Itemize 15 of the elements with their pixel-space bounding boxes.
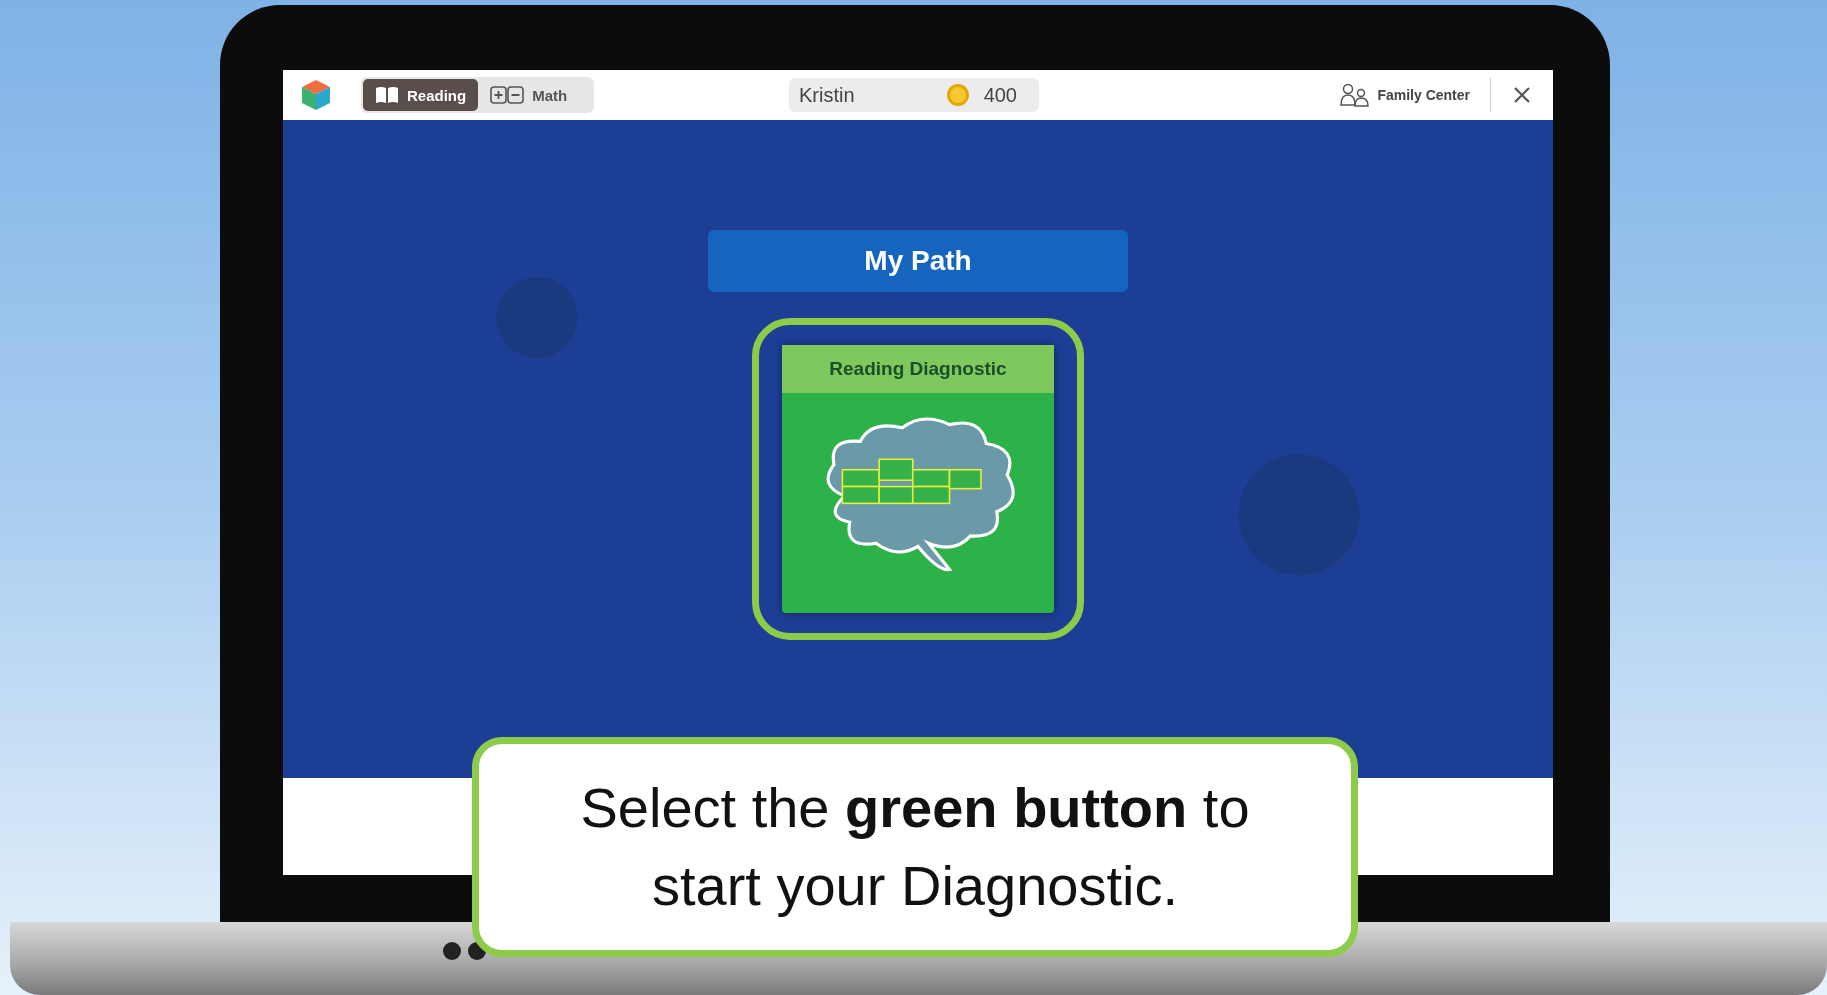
people-icon (1340, 83, 1371, 107)
coin-icon (945, 83, 970, 107)
diagnostic-card[interactable]: Reading Diagnostic (752, 318, 1084, 640)
path-title-banner: My Path (708, 230, 1128, 292)
cube-logo-icon (301, 79, 331, 111)
coin-count: 400 (983, 83, 1017, 107)
book-icon (375, 86, 399, 104)
instruction-text: Select the green button to start your Diagnostic. (579, 774, 1251, 919)
camera-dot (443, 942, 461, 960)
subject-tab[interactable]: Reading (363, 79, 479, 111)
family-center-link[interactable]: Family Center (1338, 79, 1472, 111)
subject-tab[interactable]: Math (478, 79, 580, 111)
user-name: Kristin (799, 83, 856, 107)
card-title: Reading Diagnostic (782, 345, 1054, 393)
plus-minus-icon (490, 86, 525, 104)
